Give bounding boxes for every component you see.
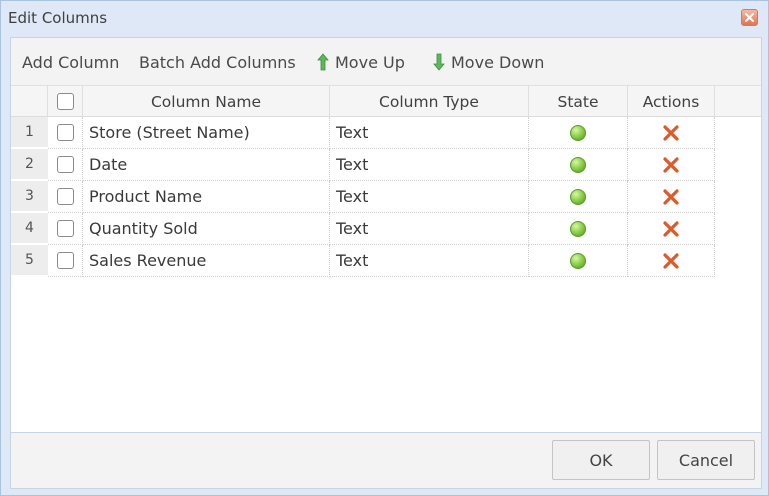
actions-cell (628, 117, 715, 149)
dialog-body: Add Column Batch Add Columns Move Up Mov… (10, 37, 762, 433)
ok-button[interactable]: OK (552, 440, 650, 480)
green-status-dot-icon (570, 188, 586, 205)
close-button[interactable] (741, 9, 758, 26)
actions-cell (628, 213, 715, 245)
row-select-cell (48, 245, 83, 277)
green-status-dot-icon (570, 252, 586, 269)
column-name-cell[interactable]: Sales Revenue (83, 245, 330, 277)
actions-cell (628, 245, 715, 277)
row-number: 1 (11, 117, 48, 148)
move-up-label: Move Up (335, 52, 405, 72)
add-column-label: Add Column (22, 52, 120, 72)
row-checkbox[interactable] (56, 156, 74, 173)
row-select-cell (48, 213, 83, 245)
delete-icon[interactable] (663, 124, 679, 141)
cancel-button[interactable]: Cancel (657, 440, 755, 480)
state-cell (529, 245, 628, 277)
move-up-button[interactable]: Move Up (317, 52, 405, 72)
green-status-dot-icon (570, 124, 586, 141)
column-name-cell[interactable]: Product Name (83, 181, 330, 213)
close-icon (745, 13, 754, 22)
row-number: 3 (11, 181, 48, 212)
green-status-dot-icon (570, 220, 586, 237)
move-down-button[interactable]: Move Down (433, 52, 544, 72)
state-cell (529, 117, 628, 149)
header-state[interactable]: State (529, 86, 628, 117)
row-number: 2 (11, 149, 48, 180)
edit-columns-dialog: Edit Columns Add Column Batch Add Column… (0, 0, 769, 496)
state-cell (529, 149, 628, 181)
state-cell (529, 181, 628, 213)
arrow-down-icon (433, 53, 445, 71)
row-checkbox[interactable] (56, 252, 74, 269)
row-select-cell (48, 149, 83, 181)
column-type-cell[interactable]: Text (330, 245, 529, 277)
delete-icon[interactable] (663, 188, 679, 205)
actions-cell (628, 181, 715, 213)
toolbar: Add Column Batch Add Columns Move Up Mov… (11, 38, 761, 85)
header-column-type[interactable]: Column Type (330, 86, 529, 117)
column-type-cell[interactable]: Text (330, 181, 529, 213)
row-select-cell (48, 181, 83, 213)
row-checkbox[interactable] (56, 188, 74, 205)
table-row[interactable]: 5 Sales Revenue Text (11, 245, 715, 277)
state-cell (529, 213, 628, 245)
move-down-label: Move Down (451, 52, 545, 72)
column-name-cell[interactable]: Store (Street Name) (83, 117, 330, 149)
column-type-cell[interactable]: Text (330, 117, 529, 149)
batch-add-columns-button[interactable]: Batch Add Columns (139, 52, 296, 72)
green-status-dot-icon (570, 156, 586, 173)
header-column-name[interactable]: Column Name (83, 86, 330, 117)
arrow-up-icon (317, 53, 329, 71)
column-name-cell[interactable]: Quantity Sold (83, 213, 330, 245)
row-checkbox[interactable] (56, 124, 74, 141)
column-name-cell[interactable]: Date (83, 149, 330, 181)
batch-add-columns-label: Batch Add Columns (139, 52, 296, 72)
delete-icon[interactable] (663, 252, 679, 269)
delete-icon[interactable] (663, 156, 679, 173)
row-checkbox[interactable] (56, 220, 74, 237)
dialog-footer: OK Cancel (10, 433, 762, 489)
table-row[interactable]: 4 Quantity Sold Text (11, 213, 715, 245)
add-column-button[interactable]: Add Column (22, 52, 119, 72)
select-all-checkbox[interactable] (56, 93, 74, 110)
row-number: 4 (11, 213, 48, 244)
table-row[interactable]: 2 Date Text (11, 149, 715, 181)
delete-icon[interactable] (663, 220, 679, 237)
table-row[interactable]: 1 Store (Street Name) Text (11, 117, 715, 149)
row-select-cell (48, 117, 83, 149)
dialog-title: Edit Columns (8, 9, 108, 27)
grid-header: Column Name Column Type State Actions (11, 85, 761, 117)
table-row[interactable]: 3 Product Name Text (11, 181, 715, 213)
row-number: 5 (11, 245, 48, 276)
rownum-header (11, 86, 48, 117)
header-actions[interactable]: Actions (628, 86, 715, 117)
column-type-cell[interactable]: Text (330, 149, 529, 181)
column-type-cell[interactable]: Text (330, 213, 529, 245)
select-all-cell (48, 86, 83, 117)
title-bar[interactable]: Edit Columns (1, 1, 768, 35)
actions-cell (628, 149, 715, 181)
